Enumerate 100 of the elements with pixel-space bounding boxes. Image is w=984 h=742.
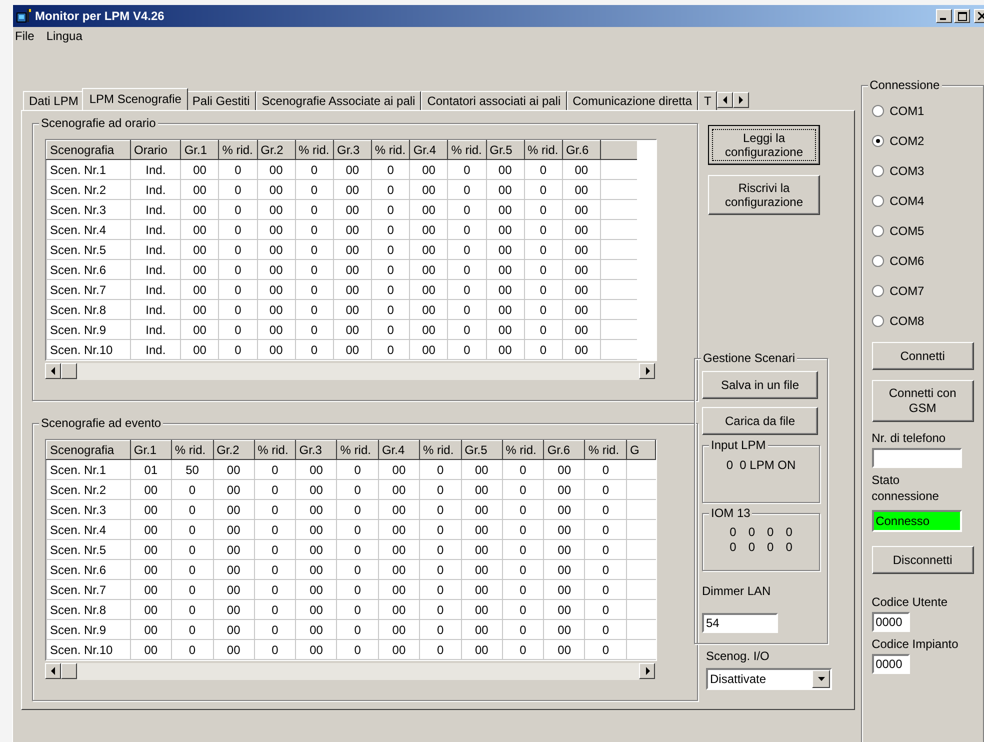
column-header[interactable]: Gr.6 — [562, 140, 600, 160]
table-cell: 0 — [584, 560, 627, 580]
menu-item[interactable]: File — [15, 29, 34, 43]
column-header[interactable]: % rid. — [336, 440, 378, 460]
column-header[interactable]: % rid. — [524, 140, 562, 160]
table-cell: 00 — [213, 600, 254, 620]
radio-option[interactable]: COM2 — [872, 126, 924, 156]
tab[interactable]: Comunicazione diretta — [566, 91, 698, 110]
file-button[interactable]: Salva in un file — [702, 371, 818, 399]
table-cell: 0 — [254, 620, 296, 640]
column-header[interactable]: % rid. — [371, 140, 410, 160]
column-header[interactable]: Gr.4 — [410, 140, 448, 160]
radio-option[interactable]: COM1 — [872, 96, 924, 126]
column-header[interactable]: Gr.3 — [296, 440, 337, 460]
tab[interactable]: Pali Gestiti — [186, 91, 256, 110]
phone-field[interactable] — [872, 448, 962, 468]
table-cell: 00 — [486, 180, 524, 200]
radio-option[interactable]: COM7 — [872, 276, 924, 306]
table-cell: 00 — [296, 540, 337, 560]
table-cell: 00 — [296, 480, 337, 500]
table-cell: 00 — [213, 560, 254, 580]
column-header[interactable]: % rid. — [584, 440, 627, 460]
table-cell: 00 — [257, 160, 296, 180]
tab[interactable]: T — [698, 91, 718, 110]
tab[interactable]: Scenografie Associate ai pali — [256, 91, 422, 110]
table-cell: 00 — [544, 580, 585, 600]
table-cell: 00 — [562, 300, 600, 320]
group-title: Scenografie ad orario — [39, 116, 158, 130]
radio-option[interactable]: COM3 — [872, 156, 924, 186]
dropdown[interactable]: Disattivate — [706, 668, 832, 690]
config-button[interactable]: Riscrivi la configurazione — [708, 175, 820, 215]
table-cell: 0 — [584, 600, 627, 620]
connect-button[interactable]: Connetti — [872, 342, 974, 370]
column-header[interactable]: % rid. — [171, 440, 214, 460]
column-header[interactable]: % rid. — [448, 140, 486, 160]
table-cell: 0 — [502, 620, 544, 640]
tab[interactable]: Contatori associati ai pali — [421, 91, 567, 110]
radio-option[interactable]: COM6 — [872, 246, 924, 276]
column-header[interactable]: Gr.1 — [180, 140, 219, 160]
input-field[interactable]: 54 — [702, 613, 778, 633]
table-cell: 00 — [378, 460, 420, 480]
table-cell: 50 — [171, 460, 214, 480]
table-cell: 00 — [296, 460, 337, 480]
table-cell: 0 — [336, 640, 378, 660]
scroll-left-button[interactable] — [717, 92, 734, 108]
column-header[interactable]: Gr.2 — [213, 440, 254, 460]
table-cell: 00 — [180, 200, 219, 220]
column-header[interactable]: % rid. — [502, 440, 544, 460]
table-cell: 00 — [486, 220, 524, 240]
table-cell: 0 — [254, 540, 296, 560]
column-header[interactable]: Gr.2 — [257, 140, 296, 160]
column-header[interactable]: Gr.4 — [378, 440, 420, 460]
column-header[interactable]: % rid. — [419, 440, 462, 460]
tab[interactable]: Dati LPM — [23, 91, 84, 110]
table-cell: 00 — [544, 540, 585, 560]
table-cell: Scen. Nr.8 — [46, 300, 131, 320]
minimize-button[interactable] — [936, 9, 952, 23]
column-header[interactable]: Gr.5 — [486, 140, 524, 160]
column-header[interactable]: % rid. — [295, 140, 334, 160]
column-header[interactable]: G — [626, 440, 656, 460]
horizontal-scrollbar[interactable] — [45, 363, 655, 380]
table-cell: 00 — [486, 260, 524, 280]
table-cell: 0 — [448, 240, 486, 260]
maximize-button[interactable] — [954, 9, 970, 23]
field-label: Codice Utente — [872, 594, 948, 610]
radio-option[interactable]: COM8 — [872, 306, 924, 336]
column-header[interactable]: Gr.6 — [544, 440, 585, 460]
table-cell: 00 — [378, 540, 420, 560]
table-cell: 00 — [333, 200, 372, 220]
column-header[interactable]: % rid. — [218, 140, 258, 160]
radio-option[interactable]: COM5 — [872, 216, 924, 246]
table-cell: 0 — [295, 340, 334, 360]
radio-option[interactable]: COM4 — [872, 186, 924, 216]
horizontal-scrollbar[interactable] — [45, 663, 655, 680]
column-header[interactable]: % rid. — [254, 440, 296, 460]
table-cell: 00 — [486, 280, 524, 300]
gsm-connect-button[interactable]: Connetti con GSM — [872, 380, 974, 422]
column-header[interactable]: Orario — [130, 140, 181, 160]
io-value: 0 — [786, 526, 792, 539]
column-header[interactable]: Scenografia — [46, 140, 131, 160]
input-field[interactable]: 0000 — [872, 654, 910, 674]
table-cell: 0 — [448, 180, 486, 200]
column-header[interactable]: Gr.1 — [130, 440, 172, 460]
table-cell: 0 — [371, 280, 410, 300]
table-cell: 00 — [378, 480, 420, 500]
config-button[interactable]: Leggi la configurazione — [708, 125, 820, 165]
table-cell: 0 — [584, 520, 627, 540]
table-cell: 00 — [544, 500, 585, 520]
tab[interactable]: LPM Scenografie — [82, 88, 188, 110]
table-cell: Scen. Nr.1 — [46, 160, 131, 180]
column-header[interactable]: Gr.3 — [333, 140, 372, 160]
input-field[interactable]: 0000 — [872, 612, 910, 632]
column-header[interactable]: Gr.5 — [461, 440, 502, 460]
menu-item[interactable]: Lingua — [46, 29, 82, 43]
column-header[interactable]: Scenografia — [46, 440, 130, 460]
disconnect-button[interactable]: Disconnetti — [872, 546, 974, 574]
scroll-right-button[interactable] — [733, 92, 750, 108]
file-button[interactable]: Carica da file — [702, 407, 818, 435]
table-cell: 0 — [336, 460, 378, 480]
table-cell: 00 — [378, 580, 420, 600]
